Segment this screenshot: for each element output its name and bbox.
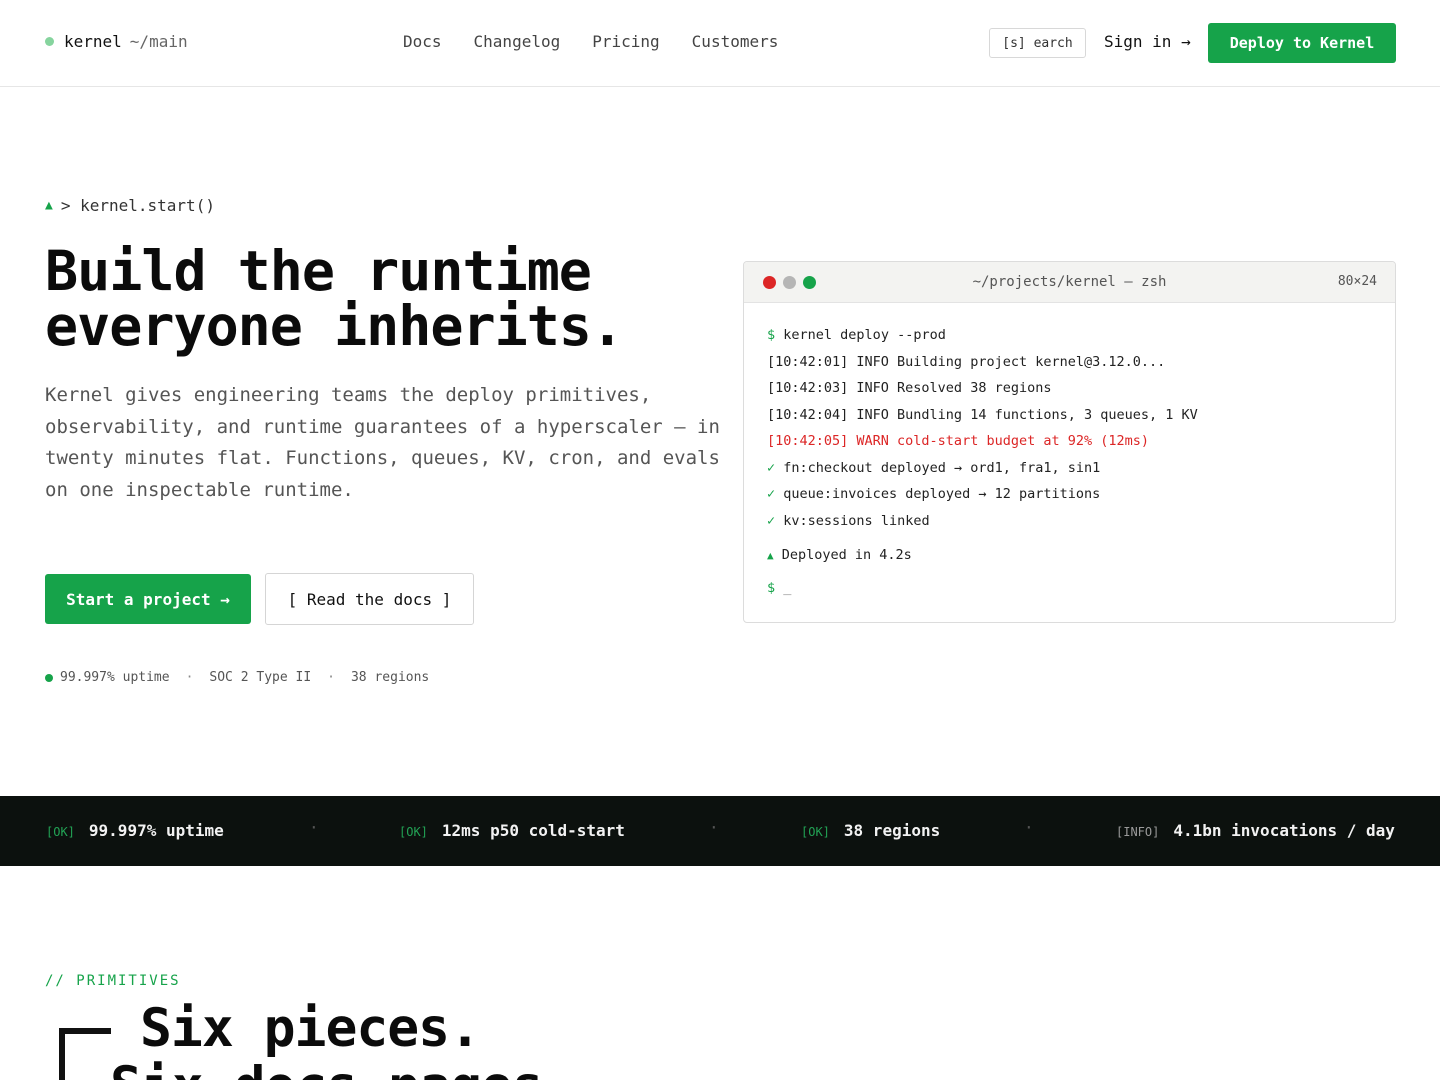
shell-prompt: $ <box>767 327 776 343</box>
nav-link-changelog[interactable]: Changelog <box>474 32 561 51</box>
terminal-command: kernel deploy --prod <box>783 327 946 343</box>
brand-name: kernel <box>64 32 122 51</box>
hero-title-line-1: Build the runtime <box>45 239 592 303</box>
terminal-log-line: [10:42:01] INFO Building project kernel@… <box>767 353 1166 370</box>
nav-links: Docs Changelog Pricing Customers <box>403 32 810 51</box>
hero-title-line-2: everyone inherits. <box>45 294 624 358</box>
status-value: 38 regions <box>843 821 941 840</box>
hero-prompt: ▲ > kernel.start() <box>45 196 215 215</box>
hero-title: Build the runtime everyone inherits. <box>45 239 624 358</box>
stat-compliance: SOC 2 Type II <box>209 670 312 685</box>
terminal-input-line[interactable]: $ _ <box>767 575 1198 602</box>
section-title-line-2: Six docs pages. <box>110 1058 575 1080</box>
hero-description: Kernel gives engineering teams the deplo… <box>45 384 720 501</box>
sign-in-link[interactable]: Sign in → <box>1104 32 1191 51</box>
terminal-check-line: ✓ queue:invoices deployed → 12 partition… <box>767 481 1198 508</box>
status-item: [INFO] 4.1bn invocations / day <box>1116 821 1395 840</box>
status-separator: · <box>1024 818 1034 837</box>
status-item: [OK] 12ms p50 cold-start <box>399 821 625 840</box>
triangle-icon: ▲ <box>767 549 774 562</box>
read-docs-button[interactable]: [ Read the docs ] <box>265 573 474 625</box>
status-tag: [OK] <box>399 825 428 839</box>
corner-bracket-icon <box>59 1028 111 1080</box>
status-tag: [OK] <box>801 825 830 839</box>
status-item: [OK] 99.997% uptime <box>46 821 224 840</box>
check-icon: ✓ <box>767 512 776 529</box>
triangle-icon: ▲ <box>45 198 53 213</box>
terminal-log-line: [10:42:04] INFO Bundling 14 functions, 3… <box>767 406 1198 423</box>
stat-separator: · <box>327 670 335 685</box>
brand-branch: ~/main <box>129 32 188 51</box>
terminal-warn-line: [10:42:05] WARN cold-start budget at 92%… <box>767 433 1150 449</box>
hero-prompt-text: > kernel.start() <box>60 196 215 215</box>
section-title-line-1: Six pieces. <box>140 998 481 1059</box>
status-tag: [OK] <box>46 825 75 839</box>
terminal-command-line: $ kernel deploy --prod <box>767 322 1198 349</box>
search-button[interactable]: [s] earch <box>989 28 1086 58</box>
status-tag: [INFO] <box>1116 825 1160 839</box>
status-separator: · <box>309 818 319 837</box>
section-label: // PRIMITIVES <box>45 973 181 989</box>
terminal-cursor: _ <box>783 579 792 596</box>
terminal-titlebar: ~/projects/kernel — zsh 80×24 <box>744 262 1395 303</box>
status-separator: · <box>709 818 719 837</box>
start-project-button[interactable]: Start a project → <box>45 574 251 624</box>
terminal-log-line: [10:42:03] INFO Resolved 38 regions <box>767 380 1052 396</box>
terminal-check-line: ✓ fn:checkout deployed → ord1, fra1, sin… <box>767 455 1198 482</box>
section-title: Six pieces. Six docs pages. <box>110 998 575 1080</box>
terminal-done-line: ▲ Deployed in 4.2s <box>767 542 1198 569</box>
terminal-window: ~/projects/kernel — zsh 80×24 $ kernel d… <box>743 261 1396 623</box>
status-dot-icon <box>45 37 54 46</box>
terminal-title: ~/projects/kernel — zsh <box>972 274 1167 290</box>
status-strip: [OK] 99.997% uptime · [OK] 12ms p50 cold… <box>0 796 1440 866</box>
stat-separator: · <box>185 670 194 685</box>
nav-link-docs[interactable]: Docs <box>403 32 442 51</box>
nav-link-pricing[interactable]: Pricing <box>592 32 659 51</box>
terminal-output: $ kernel deploy --prod [10:42:01] INFO B… <box>767 322 1198 601</box>
terminal-done-text: Deployed in 4.2s <box>781 547 912 563</box>
stat-regions: 38 regions <box>350 670 430 685</box>
stat-uptime: 99.997% uptime <box>60 670 170 685</box>
top-nav: kernel ~/main Docs Changelog Pricing Cus… <box>0 0 1440 87</box>
terminal-check-text: kv:sessions linked <box>783 512 930 529</box>
check-icon: ✓ <box>767 486 776 502</box>
nav-link-customers[interactable]: Customers <box>692 32 779 51</box>
status-value: 12ms p50 cold-start <box>441 821 625 840</box>
terminal-check-line: ✓ kv:sessions linked <box>767 508 1198 535</box>
deploy-button[interactable]: Deploy to Kernel <box>1208 23 1396 63</box>
terminal-size: 80×24 <box>1337 274 1377 289</box>
terminal-check-text: queue:invoices deployed → 12 partitions <box>783 486 1101 502</box>
status-item: [OK] 38 regions <box>801 821 940 840</box>
brand[interactable]: kernel ~/main <box>45 32 188 51</box>
check-icon: ✓ <box>767 459 776 476</box>
terminal-check-text: fn:checkout deployed → ord1, fra1, sin1 <box>783 459 1101 476</box>
status-value: 4.1bn invocations / day <box>1173 821 1395 840</box>
status-dot-icon <box>45 673 53 682</box>
status-value: 99.997% uptime <box>88 821 224 840</box>
shell-prompt: $ <box>767 579 776 596</box>
trust-stats: 99.997% uptime · SOC 2 Type II · 38 regi… <box>45 670 429 685</box>
